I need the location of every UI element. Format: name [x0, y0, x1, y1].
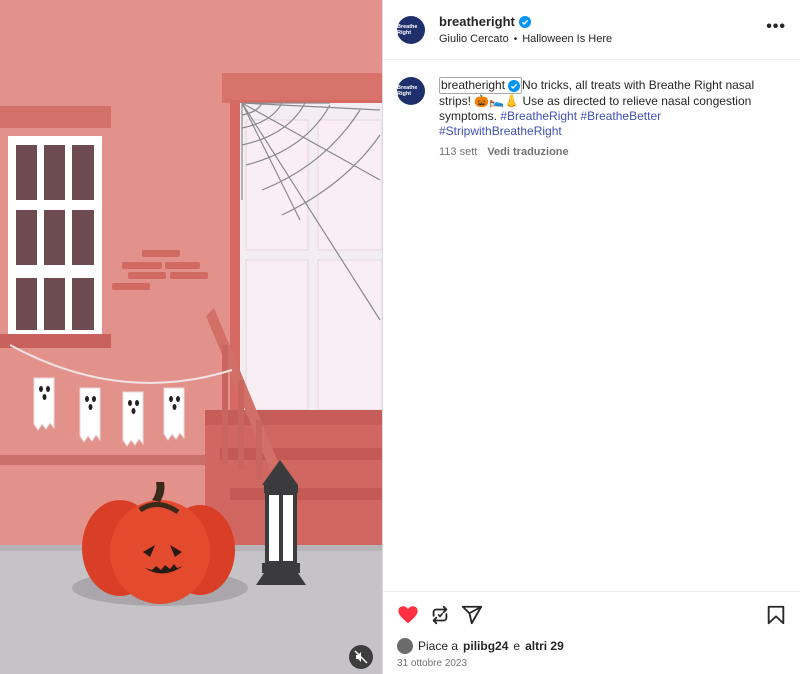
avatar[interactable]: Breathe Right	[397, 15, 425, 44]
header-user-line: breatheright	[439, 14, 612, 29]
liker-avatar[interactable]	[397, 638, 413, 654]
avatar-logo-text: Breathe Right	[397, 23, 418, 36]
action-icons	[397, 604, 787, 626]
action-bar: Piace a pilibg24 e altri 29 31 ottobre 2…	[383, 591, 800, 674]
post-dialog: Breathe Right breatheright Giulio Cercat…	[0, 0, 800, 674]
header-text: breatheright Giulio Cercato • Halloween …	[439, 14, 612, 45]
post-age[interactable]: 113 sett	[439, 145, 477, 160]
liker-username[interactable]: pilibg24	[463, 639, 508, 653]
music-artist[interactable]: Giulio Cercato	[439, 33, 509, 45]
more-options-button[interactable]: •••	[766, 18, 786, 36]
caption-username: breatheright	[441, 78, 506, 92]
post-header: Breathe Right breatheright Giulio Cercat…	[383, 0, 800, 60]
caption-avatar-logo-text: Breathe Right	[397, 85, 418, 97]
post-media[interactable]	[0, 0, 382, 674]
send-icon[interactable]	[461, 604, 483, 626]
music-title[interactable]: Halloween Is Here	[522, 33, 612, 45]
post-details-panel: Breathe Right breatheright Giulio Cercat…	[382, 0, 800, 674]
caption-meta: 113 sett Vedi traduzione	[439, 145, 769, 160]
hashtag-link[interactable]: #BreatheRight	[500, 109, 577, 123]
bookmark-icon[interactable]	[765, 604, 787, 626]
repost-icon[interactable]	[429, 604, 451, 626]
audio-info[interactable]: Giulio Cercato • Halloween Is Here	[439, 33, 612, 45]
caption-avatar[interactable]: Breathe Right	[397, 77, 425, 105]
likes-joiner: e	[513, 639, 521, 653]
likes-summary: Piace a pilibg24 e altri 29	[397, 638, 564, 654]
halloween-illustration	[0, 0, 382, 674]
hashtag-link[interactable]: #StripwithBreatheRight	[439, 124, 562, 138]
caption-username-link[interactable]: breatheright	[439, 77, 523, 94]
verified-badge-icon	[518, 15, 531, 28]
music-separator: •	[513, 33, 518, 45]
speaker-muted-icon	[354, 650, 368, 664]
account-username[interactable]: breatheright	[439, 14, 515, 29]
likes-prefix: Piace a	[418, 639, 459, 653]
post-date[interactable]: 31 ottobre 2023	[397, 658, 467, 669]
verified-badge-icon	[508, 79, 521, 92]
see-translation-button[interactable]: Vedi traduzione	[487, 145, 568, 160]
likes-others-link[interactable]: altri 29	[525, 639, 564, 653]
hashtag-link[interactable]: #BreatheBetter	[580, 109, 661, 123]
caption-emojis: 🎃🛌👃	[474, 94, 520, 108]
caption: Breathe Right breatheright No tricks, al…	[383, 60, 800, 160]
mute-button[interactable]	[349, 645, 373, 669]
heart-icon[interactable]	[397, 604, 419, 626]
caption-body: breatheright No tricks, all treats with …	[439, 77, 769, 160]
